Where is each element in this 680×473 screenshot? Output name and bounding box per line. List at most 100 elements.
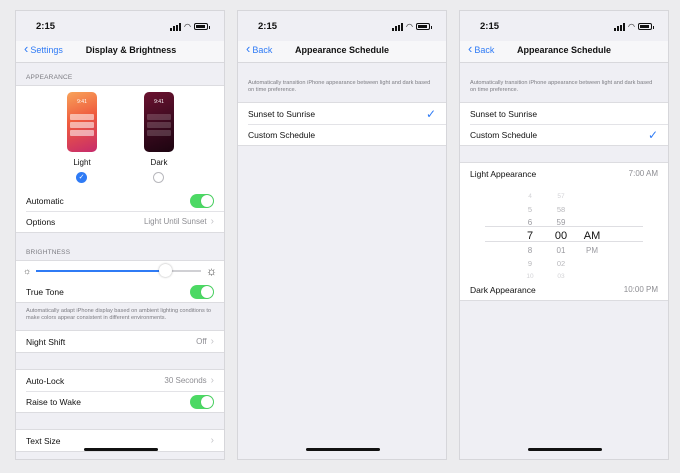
custom-schedule-label: Custom Schedule [248,129,316,140]
battery-icon [638,23,654,30]
schedule-description: Automatically transition iPhone appearan… [248,80,431,93]
picker-value: 8 [527,246,533,255]
time-picker[interactable]: 4 5 6 7 8 9 10 57 58 59 00 01 02 03 AM P… [460,184,668,279]
hour-wheel[interactable]: 4 5 6 7 8 9 10 [520,190,540,279]
nav-bar: ‹ Back Appearance Schedule [238,41,446,63]
brightness-slider[interactable]: ☼ ☼ [16,261,224,281]
picker-value: 57 [557,193,565,200]
picker-value: AM [583,230,601,242]
picker-value: 4 [528,193,532,200]
sun-large-icon: ☼ [206,264,217,278]
appearance-header: APPEARANCE [26,74,73,81]
period-wheel[interactable]: AM PM [580,229,604,257]
sunset-to-sunrise-label: Sunset to Sunrise [470,108,538,119]
raise-to-wake-label: Raise to Wake [26,396,81,407]
options-value: Light Until Sunset [143,217,207,226]
home-indicator [528,448,602,451]
battery-icon [194,23,210,30]
picker-value: 58 [556,205,566,214]
automatic-row: Automatic [16,190,224,211]
schedule-description: Automatically transition iPhone appearan… [470,80,653,93]
chevron-right-icon: › [210,216,214,227]
automatic-label: Automatic [26,195,64,206]
chevron-right-icon: › [210,375,214,386]
night-shift-row[interactable]: Night Shift Off › [16,331,224,352]
dark-label: Dark [150,158,168,167]
custom-schedule-row[interactable]: Custom Schedule ✓ [460,124,668,145]
dark-appearance-label: Dark Appearance [470,284,536,295]
picker-value: PM [586,246,598,255]
light-radio[interactable]: ✓ [76,172,87,183]
status-bar: 2:15 ◠ [16,21,224,35]
light-mode-preview[interactable]: 9:41 [67,92,97,152]
page-title: Display & Brightness [85,45,177,55]
night-shift-value: Off [196,337,207,346]
wifi-icon: ◠ [628,22,635,31]
options-label: Options [26,216,56,227]
checkmark-icon: ✓ [647,127,658,142]
brightness-header: BRIGHTNESS [26,249,71,256]
battery-icon [416,23,432,30]
light-label: Light [73,158,91,167]
custom-schedule-screen: 2:15 ◠ ‹ Back Appearance Schedule Automat… [459,10,669,460]
home-indicator [306,448,380,451]
wifi-icon: ◠ [184,22,191,31]
picker-value: 00 [554,230,568,242]
auto-lock-row[interactable]: Auto-Lock 30 Seconds › [16,370,224,391]
page-title: Appearance Schedule [516,45,612,55]
auto-lock-value: 30 Seconds [164,376,207,385]
sun-small-icon: ☼ [23,266,32,276]
dark-appearance-row[interactable]: Dark Appearance 10:00 PM [460,279,668,300]
light-appearance-label: Light Appearance [470,168,537,179]
dark-radio[interactable] [153,172,164,183]
picker-value: 03 [557,273,565,279]
checkmark-icon: ✓ [78,174,85,181]
checkmark-icon: ✓ [425,106,436,121]
light-appearance-value: 7:00 AM [628,169,658,178]
picker-value: 59 [556,218,566,227]
sunset-to-sunrise-row[interactable]: Sunset to Sunrise ✓ [238,103,446,124]
text-size-label: Text Size [26,435,61,446]
signal-icon [614,22,626,31]
picker-value: 02 [556,259,566,268]
picker-value: 6 [527,218,533,227]
status-time: 2:15 [258,21,278,32]
automatic-toggle[interactable] [190,193,214,208]
true-tone-row: True Tone [16,281,224,302]
picker-value: 10 [526,273,534,279]
nav-bar: ‹ Back Appearance Schedule [460,41,668,63]
true-tone-label: True Tone [26,286,64,297]
minute-wheel[interactable]: 57 58 59 00 01 02 03 [550,190,572,279]
display-brightness-screen: 2:15 ◠ ‹ Settings Display & Brightness AP… [15,10,225,460]
true-tone-note: Automatically adapt iPhone display based… [26,308,212,321]
status-bar: 2:15 ◠ [460,21,668,35]
nav-bar: ‹ Settings Display & Brightness [16,41,224,63]
chevron-right-icon: › [210,435,214,446]
signal-icon [392,22,404,31]
custom-schedule-label: Custom Schedule [470,129,538,140]
appearance-schedule-screen: 2:15 ◠ ‹ Back Appearance Schedule Automat… [237,10,447,460]
sunset-to-sunrise-row[interactable]: Sunset to Sunrise [460,103,668,124]
options-row[interactable]: Options Light Until Sunset › [16,211,224,232]
sunset-to-sunrise-label: Sunset to Sunrise [248,108,316,119]
dark-appearance-value: 10:00 PM [623,285,658,294]
status-time: 2:15 [480,21,500,32]
light-appearance-row[interactable]: Light Appearance 7:00 AM [460,163,668,184]
status-bar: 2:15 ◠ [238,21,446,35]
true-tone-toggle[interactable] [190,284,214,299]
picker-value: 7 [526,230,534,242]
appearance-picker: 9:41 9:41 Light Dark ✓ [16,85,224,190]
dark-mode-preview[interactable]: 9:41 [144,92,174,152]
auto-lock-label: Auto-Lock [26,375,65,386]
custom-schedule-row[interactable]: Custom Schedule [238,124,446,145]
slider-knob[interactable] [158,264,172,277]
wifi-icon: ◠ [406,22,413,31]
picker-value: 9 [527,259,533,268]
picker-value: 5 [527,205,533,214]
raise-to-wake-toggle[interactable] [190,394,214,409]
night-shift-label: Night Shift [26,336,66,347]
status-time: 2:15 [36,21,56,32]
home-indicator [84,448,158,451]
raise-to-wake-row: Raise to Wake [16,391,224,412]
signal-icon [170,22,182,31]
